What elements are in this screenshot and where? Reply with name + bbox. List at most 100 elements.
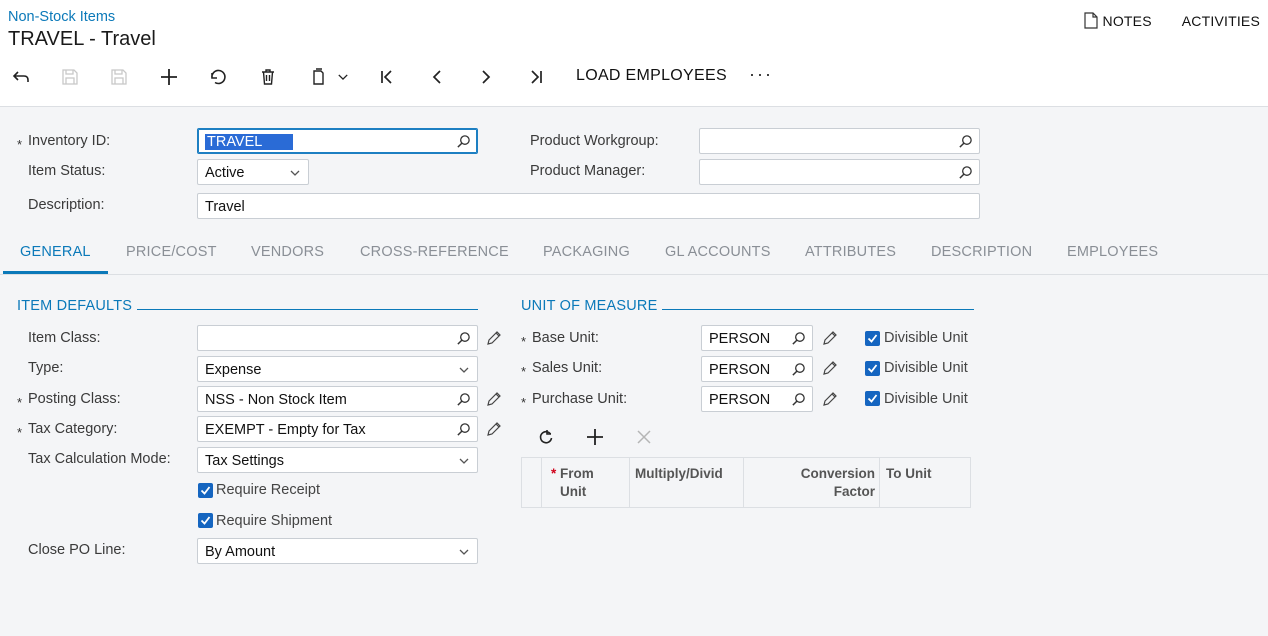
back-button[interactable] <box>6 62 36 92</box>
search-icon[interactable] <box>456 134 471 149</box>
previous-record-button[interactable] <box>422 62 452 92</box>
tab-bar: GENERAL PRICE/COST VENDORS CROSS-REFEREN… <box>0 233 1268 275</box>
tab-cross-reference[interactable]: CROSS-REFERENCE <box>360 244 509 260</box>
item-status-label: Item Status: <box>28 163 106 179</box>
purchase-unit-value: PERSON <box>709 392 771 408</box>
multiply-divide-column-header[interactable]: Multiply/Divid <box>630 458 744 507</box>
product-manager-input[interactable] <box>699 159 980 185</box>
tab-price-cost[interactable]: PRICE/COST <box>126 244 217 260</box>
item-class-input[interactable] <box>197 325 478 351</box>
last-record-icon <box>531 70 542 84</box>
required-marker: * <box>17 137 23 152</box>
require-shipment-checkbox[interactable] <box>198 513 213 528</box>
search-icon[interactable] <box>958 134 973 149</box>
search-icon[interactable] <box>791 331 806 346</box>
next-record-button[interactable] <box>471 62 501 92</box>
sales-unit-input[interactable]: PERSON <box>701 356 813 382</box>
edit-pencil-icon[interactable] <box>486 421 502 437</box>
checkmark-icon <box>867 334 878 343</box>
type-value: Expense <box>205 362 262 378</box>
search-icon[interactable] <box>791 392 806 407</box>
inventory-id-value: TRAVEL <box>205 134 265 150</box>
delete-button[interactable] <box>253 62 283 92</box>
base-unit-divisible-checkbox[interactable] <box>865 331 880 346</box>
edit-pencil-icon[interactable] <box>822 391 838 407</box>
tab-description[interactable]: DESCRIPTION <box>931 244 1032 260</box>
to-unit-column-header[interactable]: To Unit <box>880 458 970 507</box>
close-po-line-select[interactable]: By Amount <box>197 538 478 564</box>
item-status-select[interactable]: Active <box>197 159 309 185</box>
description-input[interactable]: Travel <box>197 193 980 219</box>
tax-calculation-mode-label: Tax Calculation Mode: <box>28 451 171 467</box>
edit-pencil-icon[interactable] <box>822 330 838 346</box>
tab-attributes[interactable]: ATTRIBUTES <box>805 244 896 260</box>
description-value: Travel <box>205 199 245 215</box>
sales-unit-divisible-checkbox[interactable] <box>865 361 880 376</box>
item-defaults-title: ITEM DEFAULTS <box>17 298 133 314</box>
tax-category-input[interactable]: EXEMPT - Empty for Tax <box>197 416 478 442</box>
product-workgroup-input[interactable] <box>699 128 980 154</box>
tax-calculation-mode-select[interactable]: Tax Settings <box>197 447 478 473</box>
next-record-icon <box>482 70 491 84</box>
edit-pencil-icon[interactable] <box>822 360 838 376</box>
save-close-button[interactable] <box>55 62 85 92</box>
item-status-value: Active <box>205 165 245 181</box>
search-icon[interactable] <box>456 422 471 437</box>
save-button[interactable] <box>104 62 134 92</box>
tab-packaging[interactable]: PACKAGING <box>543 244 630 260</box>
refresh-icon[interactable] <box>537 428 555 446</box>
edit-pencil-icon[interactable] <box>486 391 502 407</box>
tab-general[interactable]: GENERAL <box>20 244 91 260</box>
posting-class-label: Posting Class: <box>28 391 121 407</box>
from-unit-header-text: From <box>560 466 594 481</box>
base-unit-input[interactable]: PERSON <box>701 325 813 351</box>
tab-vendors[interactable]: VENDORS <box>251 244 324 260</box>
copy-paste-button[interactable] <box>303 62 333 92</box>
last-record-button[interactable] <box>521 62 551 92</box>
base-unit-divisible-label: Divisible Unit <box>884 330 968 346</box>
activities-link[interactable]: ACTIVITIES <box>1182 13 1260 29</box>
breadcrumb[interactable]: Non-Stock Items <box>8 9 115 25</box>
delete-row-icon[interactable] <box>636 429 652 445</box>
require-receipt-label: Require Receipt <box>216 482 320 498</box>
from-unit-column-header[interactable]: * From Unit <box>542 458 630 507</box>
more-actions-button[interactable]: ··· <box>749 64 773 85</box>
base-unit-value: PERSON <box>709 331 771 347</box>
row-selector-column <box>522 458 542 507</box>
type-label: Type: <box>28 360 64 376</box>
required-marker: * <box>17 395 23 410</box>
section-divider <box>137 309 478 310</box>
copy-paste-dropdown[interactable] <box>330 62 356 92</box>
conversion-factor-header-line-1: Conversion <box>800 466 875 481</box>
notes-link[interactable]: NOTES <box>1083 12 1152 29</box>
to-unit-header-text: To Unit <box>886 466 932 481</box>
type-select[interactable]: Expense <box>197 356 478 382</box>
tab-gl-accounts[interactable]: GL ACCOUNTS <box>665 244 771 260</box>
sales-unit-label: Sales Unit: <box>532 360 603 376</box>
add-button[interactable] <box>154 62 184 92</box>
conversion-factor-column-header[interactable]: Conversion Factor <box>744 458 880 507</box>
tax-category-label: Tax Category: <box>28 421 118 437</box>
save-icon <box>111 69 127 85</box>
add-row-icon[interactable] <box>586 428 604 446</box>
load-employees-button[interactable]: LOAD EMPLOYEES <box>576 67 727 85</box>
first-record-button[interactable] <box>372 62 402 92</box>
tax-calculation-mode-value: Tax Settings <box>205 453 284 469</box>
tab-employees[interactable]: EMPLOYEES <box>1067 244 1158 260</box>
section-divider <box>662 309 974 310</box>
search-icon[interactable] <box>958 165 973 180</box>
search-icon[interactable] <box>456 392 471 407</box>
purchase-unit-divisible-checkbox[interactable] <box>865 391 880 406</box>
inventory-id-input[interactable]: TRAVEL <box>197 128 478 154</box>
require-receipt-checkbox[interactable] <box>198 483 213 498</box>
chevron-down-icon <box>459 458 469 464</box>
notes-label: NOTES <box>1102 12 1152 29</box>
search-icon[interactable] <box>456 331 471 346</box>
posting-class-input[interactable]: NSS - Non Stock Item <box>197 386 478 412</box>
add-icon <box>161 69 177 85</box>
chevron-down-icon <box>338 74 348 80</box>
search-icon[interactable] <box>791 362 806 377</box>
purchase-unit-input[interactable]: PERSON <box>701 386 813 412</box>
undo-button[interactable] <box>203 62 233 92</box>
edit-pencil-icon[interactable] <box>486 330 502 346</box>
